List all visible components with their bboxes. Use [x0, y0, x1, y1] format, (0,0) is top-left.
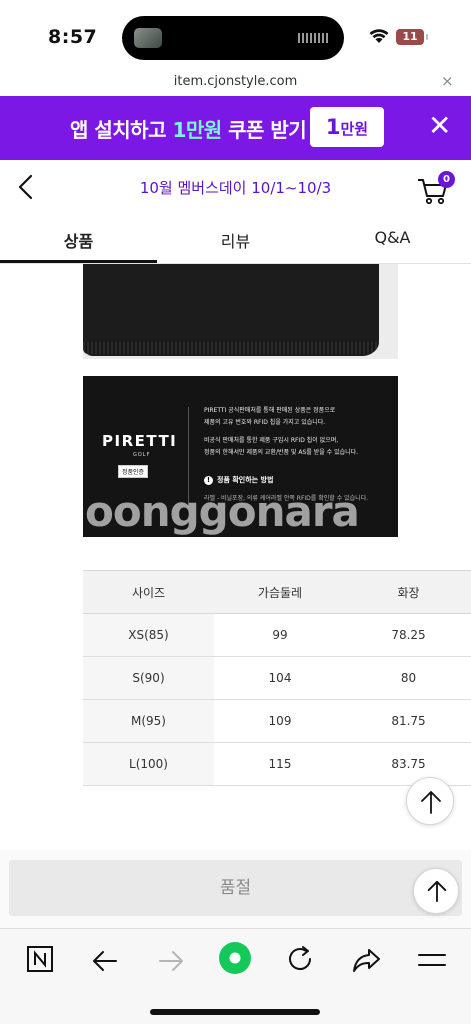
url-text: item.cjonstyle.com — [173, 74, 298, 89]
sleeve-cell: 80 — [346, 656, 471, 700]
authentic-stamp: 정품인증 — [118, 465, 149, 478]
auth-check-title: ! 정품 확인하는 방법 — [204, 475, 273, 485]
cart-count-badge: 0 — [438, 171, 455, 188]
table-row: L(100) 115 83.75 — [83, 742, 471, 786]
product-detail-image — [83, 264, 398, 359]
table-row: S(90) 104 80 — [83, 656, 471, 700]
wifi-icon — [369, 29, 389, 43]
size-cell: XS(85) — [83, 613, 214, 657]
banner-text: 앱 설치하고 1만원 쿠폰 받기 — [70, 118, 307, 142]
header-sleeve: 화장 — [346, 570, 471, 614]
exclamation-icon: ! — [204, 476, 213, 485]
forward-arrow-icon[interactable] — [150, 941, 190, 981]
tab-product[interactable]: 상품 — [0, 228, 157, 252]
banner-close-icon[interactable]: ✕ — [428, 108, 451, 144]
share-icon[interactable] — [347, 941, 387, 981]
coupon-badge[interactable]: 1만원 — [310, 107, 384, 147]
app-install-banner[interactable]: 앱 설치하고 1만원 쿠폰 받기 1만원 ✕ — [0, 96, 471, 160]
naver-icon[interactable] — [22, 941, 62, 981]
brand-logo: PIRETTI — [102, 432, 178, 450]
page-header: 10월 멤버스데이 10/1~10/3 0 — [0, 160, 471, 214]
header-size: 사이즈 — [83, 570, 214, 614]
arrow-up-icon — [427, 880, 447, 902]
floating-scroll-top-button[interactable] — [413, 868, 459, 914]
arrow-up-icon — [421, 791, 441, 814]
green-dot-icon[interactable] — [216, 941, 256, 981]
auth-paragraph-1: PIRETTI 공식판매처를 통해 판매된 상품은 정품으로 제품의 고유 번호… — [204, 407, 336, 426]
size-cell: L(100) — [83, 742, 214, 786]
audio-waveform-icon — [298, 33, 328, 43]
chest-cell: 115 — [214, 742, 346, 786]
chest-cell: 104 — [214, 656, 346, 700]
header-chest: 가슴둘레 — [214, 570, 346, 614]
product-tabs: 상품 리뷰 Q&A — [0, 214, 471, 264]
table-row: XS(85) 99 78.25 — [83, 613, 471, 657]
sleeve-cell: 78.25 — [346, 613, 471, 657]
auth-paragraph-2: 비공식 판매처를 통한 제품 구입시 RFID 칩이 없으며, 정품의 한해서만… — [204, 437, 359, 456]
tab-review[interactable]: 리뷰 — [157, 228, 314, 252]
size-cell: M(95) — [83, 699, 214, 743]
banner-highlight: 1만원 — [172, 118, 222, 142]
chest-cell: 109 — [214, 699, 346, 743]
size-cell: S(90) — [83, 656, 214, 700]
close-url-icon[interactable]: × — [441, 72, 454, 90]
purchase-bar: 품절 — [0, 850, 471, 928]
event-title[interactable]: 10월 멤버스데이 10/1~10/3 — [0, 177, 471, 198]
back-arrow-icon[interactable] — [86, 941, 126, 981]
refresh-icon[interactable] — [281, 941, 321, 981]
brand-sub: GOLF — [133, 452, 151, 458]
sleeve-cell: 83.75 — [346, 742, 471, 786]
dynamic-island — [122, 16, 344, 60]
table-header-row: 사이즈 가슴둘레 화장 — [83, 570, 471, 614]
url-bar[interactable]: item.cjonstyle.com × — [0, 70, 471, 96]
active-tab-indicator — [0, 260, 157, 263]
battery-icon: 11 — [396, 29, 428, 45]
tab-qna[interactable]: Q&A — [314, 228, 471, 247]
sleeve-cell: 81.75 — [346, 699, 471, 743]
soldout-button[interactable]: 품절 — [9, 860, 462, 916]
status-bar: 8:57 11 — [0, 0, 471, 70]
chest-cell: 99 — [214, 613, 346, 657]
garment-rib — [83, 342, 379, 354]
authenticity-image: PIRETTI GOLF 정품인증 PIRETTI 공식판매처를 통해 판매된 … — [83, 376, 398, 537]
menu-icon[interactable] — [412, 941, 452, 981]
watermark: oonggonara — [85, 487, 360, 536]
size-table: 사이즈 가슴둘레 화장 XS(85) 99 78.25 S(90) 104 80… — [83, 570, 471, 786]
home-indicator[interactable] — [150, 1009, 320, 1015]
status-time: 8:57 — [48, 26, 98, 48]
table-row: M(95) 109 81.75 — [83, 699, 471, 743]
scroll-top-button[interactable] — [406, 777, 454, 825]
media-thumbnail-icon — [134, 28, 162, 48]
